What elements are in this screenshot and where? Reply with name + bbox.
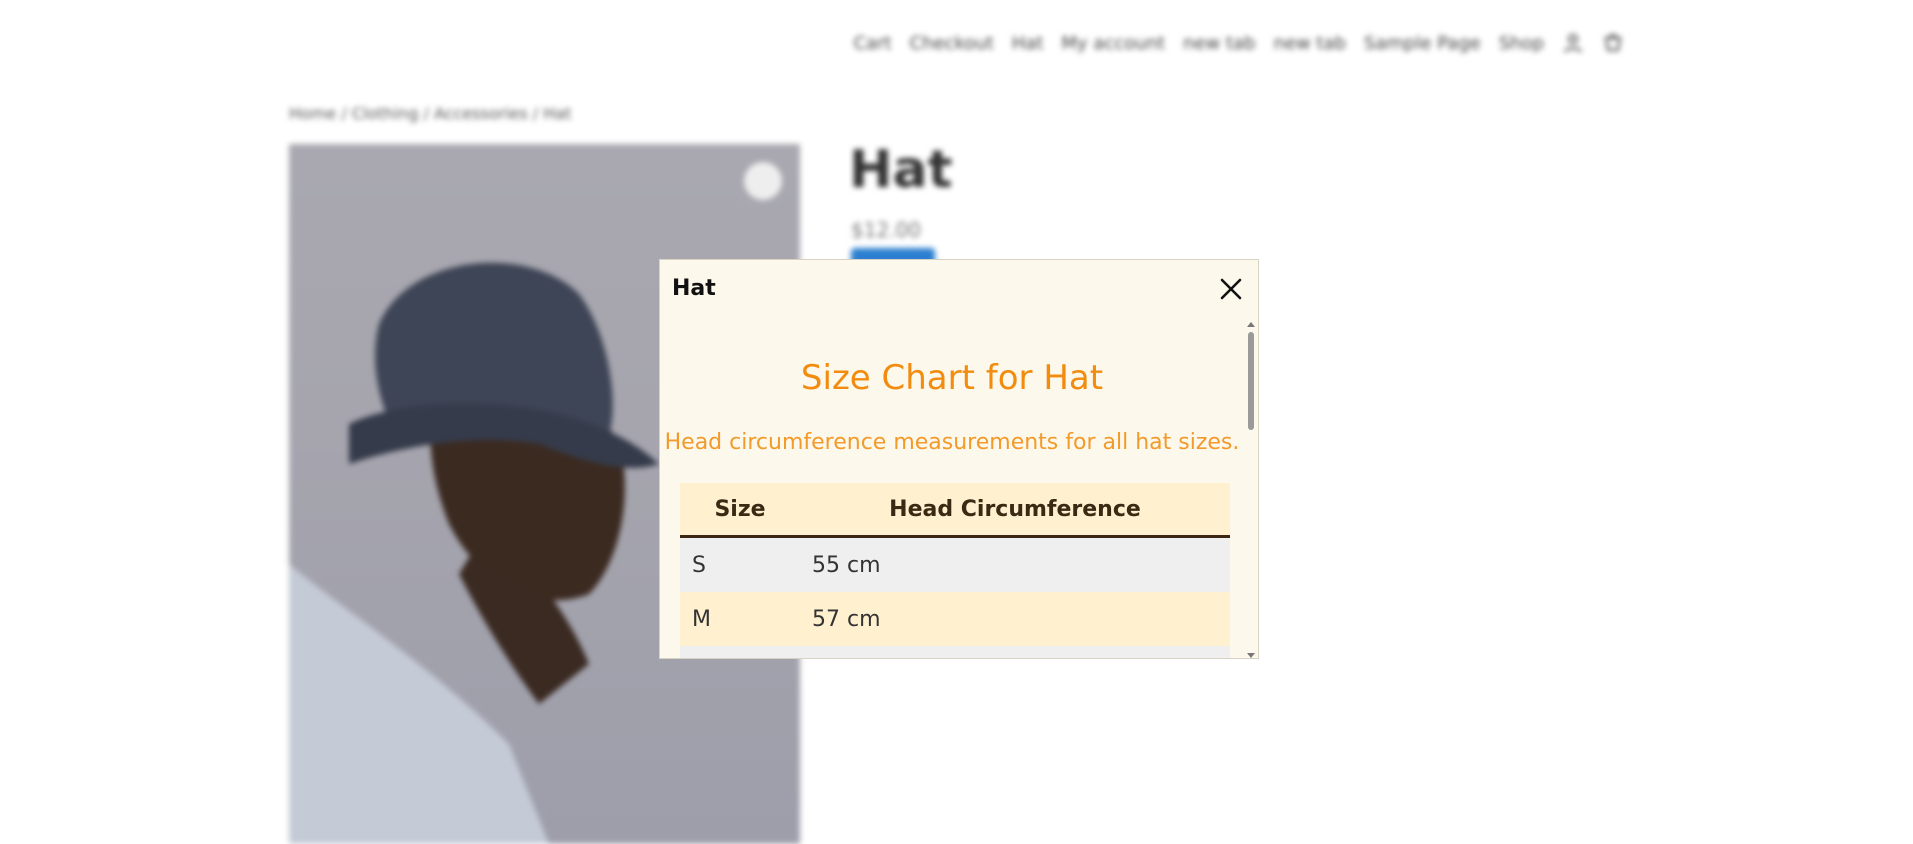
nav-item-checkout[interactable]: Checkout [910, 33, 994, 54]
nav-item-my-account[interactable]: My account [1061, 33, 1165, 54]
size-table: Size Head Circumference S 55 cm M 57 cm [680, 483, 1230, 658]
nav-item-new-tab-1[interactable]: new tab [1183, 33, 1255, 54]
size-cell: S [680, 536, 800, 592]
circumference-cell: 55 cm [800, 536, 1230, 592]
cart-icon[interactable] [1602, 32, 1624, 54]
circumference-cell: 57 cm [800, 592, 1230, 646]
product-price: $12.00 [851, 218, 921, 242]
account-icon[interactable] [1562, 32, 1584, 54]
table-header-row: Size Head Circumference [680, 483, 1230, 538]
close-icon[interactable] [1218, 276, 1244, 302]
product-title: Hat [849, 140, 953, 200]
modal-header: Hat [660, 260, 1258, 320]
size-chart-subtitle: Head circumference measurements for all … [664, 430, 1240, 455]
column-header-size: Size [680, 483, 800, 538]
table-row: S 55 cm [680, 536, 1230, 592]
size-chart-title: Size Chart for Hat [800, 358, 1104, 398]
site-header: Cart Checkout Hat My account new tab new… [289, 24, 1624, 64]
breadcrumb[interactable]: Home / Clothing / Accessories / Hat [289, 104, 571, 123]
scroll-thumb[interactable] [1248, 332, 1254, 430]
size-chart-modal: Hat Size Chart for Hat Head circumferenc… [659, 259, 1259, 659]
nav-item-new-tab-2[interactable]: new tab [1273, 33, 1345, 54]
scroll-down-arrow-icon[interactable] [1247, 653, 1255, 658]
table-row: M 57 cm [680, 592, 1230, 646]
nav-item-cart[interactable]: Cart [853, 33, 891, 54]
main-nav: Cart Checkout Hat My account new tab new… [853, 32, 1624, 54]
column-header-head-circumference: Head Circumference [800, 483, 1230, 538]
nav-item-sample-page[interactable]: Sample Page [1364, 33, 1481, 54]
modal-title: Hat [672, 276, 716, 301]
modal-body: Size Chart for Hat Head circumference me… [660, 320, 1244, 658]
nav-item-hat[interactable]: Hat [1012, 33, 1044, 54]
size-cell: M [680, 592, 800, 646]
modal-scrollbar[interactable] [1244, 320, 1258, 658]
table-row [680, 646, 1230, 658]
nav-item-shop[interactable]: Shop [1499, 33, 1544, 54]
scroll-up-arrow-icon[interactable] [1247, 322, 1255, 327]
zoom-icon[interactable] [744, 162, 782, 200]
